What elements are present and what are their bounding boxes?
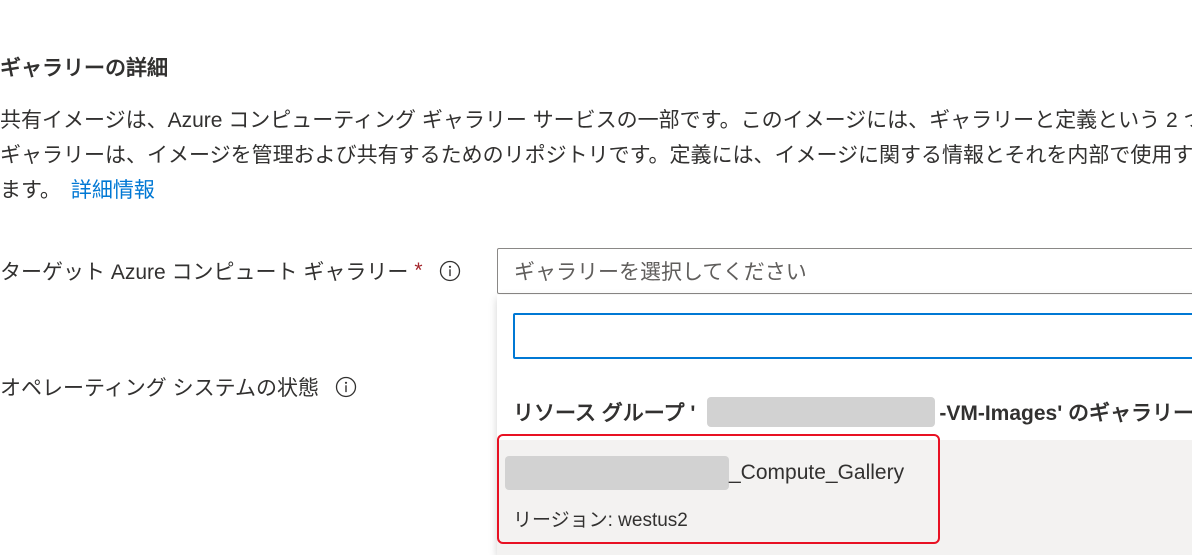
dropdown-search-input[interactable]	[513, 313, 1192, 359]
redacted-text	[505, 456, 729, 490]
description-line-last: ます。 詳細情報	[0, 173, 1192, 208]
group-header-prefix: リソース グループ '	[513, 402, 696, 425]
required-asterisk: *	[414, 259, 423, 282]
group-header-suffix: -VM-Images' のギャラリー	[939, 402, 1192, 425]
resource-group-header: リソース グループ ' -VM-Images' のギャラリー	[513, 392, 1192, 432]
description-line: 共有イメージは、Azure コンピューティング ギャラリー サービスの一部です。…	[0, 109, 1192, 132]
os-state-label-text: オペレーティング システムの状態	[0, 377, 319, 400]
os-state-label: オペレーティング システムの状態	[0, 372, 357, 402]
description-text: ます。	[0, 179, 61, 202]
section-description: 共有イメージは、Azure コンピューティング ギャラリー サービスの一部です。…	[0, 103, 1192, 208]
section-title: ギャラリーの詳細	[0, 57, 168, 80]
gallery-option-region: リージョン: westus2	[513, 510, 688, 531]
gallery-dropdown-panel: リソース グループ ' -VM-Images' のギャラリー _Compute_…	[497, 295, 1192, 555]
gallery-select-placeholder: ギャラリーを選択してください	[514, 261, 807, 284]
info-icon[interactable]	[335, 376, 357, 398]
gallery-option-name: _Compute_Gallery	[505, 456, 904, 490]
target-gallery-label: ターゲット Azure コンピュート ギャラリー *	[0, 256, 461, 286]
learn-more-link[interactable]: 詳細情報	[71, 179, 155, 202]
gallery-name-suffix: _Compute_Gallery	[729, 461, 905, 484]
description-line: ギャラリーは、イメージを管理および共有するためのリポジトリです。定義には、イメー…	[0, 144, 1192, 167]
gallery-select[interactable]: ギャラリーを選択してください	[497, 248, 1192, 294]
redacted-text	[707, 397, 936, 427]
info-icon[interactable]	[439, 260, 461, 282]
target-gallery-label-text: ターゲット Azure コンピュート ギャラリー	[0, 261, 409, 284]
